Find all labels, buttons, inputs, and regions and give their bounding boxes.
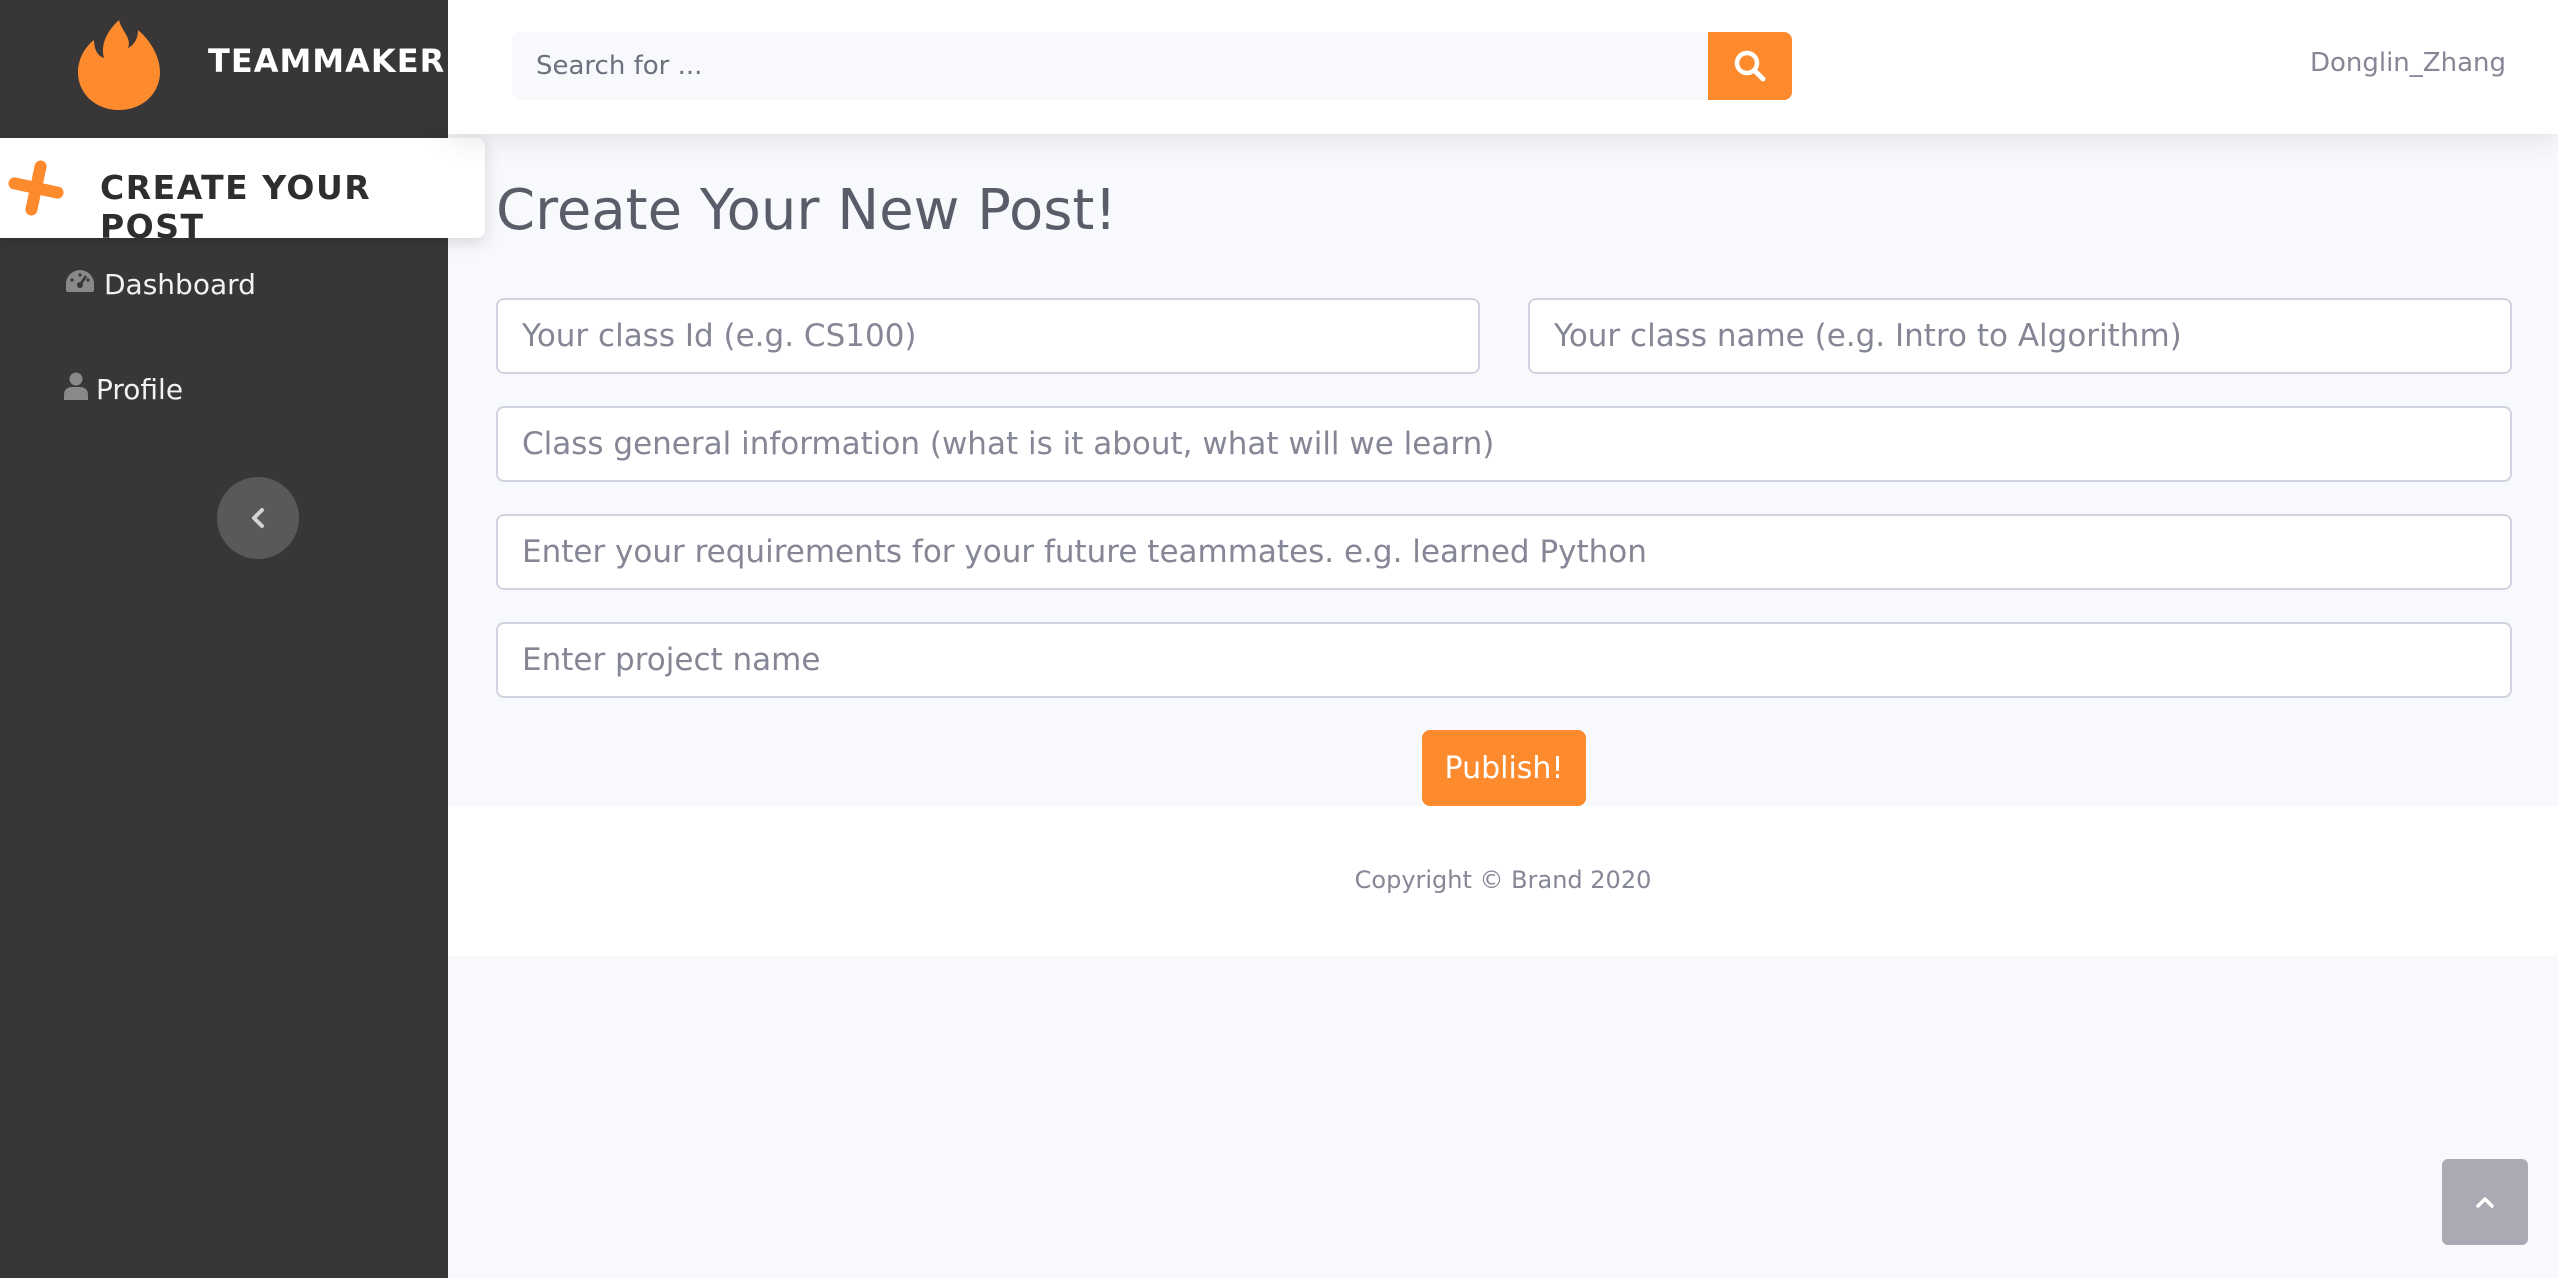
sidebar: TEAMMAKER CREATE YOUR POST Dashboard Pro… [0, 0, 485, 1278]
search-button[interactable] [1708, 32, 1792, 100]
scroll-to-top-button[interactable] [2442, 1159, 2528, 1245]
page-title: Create Your New Post! [496, 178, 1117, 243]
user-icon [64, 372, 88, 407]
project-name-field[interactable] [496, 622, 2512, 698]
create-post-label: CREATE YOUR POST [100, 168, 372, 246]
sidebar-item-label: Profile [96, 373, 184, 406]
chevron-left-icon [252, 508, 264, 528]
topbar: Donglin_Zhang [448, 0, 2558, 134]
search-input[interactable] [512, 32, 1708, 100]
brand-name: TEAMMAKER [208, 42, 446, 80]
brand[interactable]: TEAMMAKER [0, 0, 448, 130]
class-info-field[interactable] [496, 406, 2512, 482]
tachometer-icon [64, 268, 96, 301]
class-name-field[interactable] [1528, 298, 2512, 374]
requirements-field[interactable] [496, 514, 2512, 590]
publish-button[interactable]: Publish! [1422, 730, 1586, 806]
search-icon [1734, 50, 1766, 82]
sidebar-item-dashboard[interactable]: Dashboard [64, 268, 256, 301]
create-post-button[interactable]: CREATE YOUR POST [0, 138, 485, 246]
sidebar-toggle-button[interactable] [217, 477, 299, 559]
class-id-field[interactable] [496, 298, 1480, 374]
flame-icon [78, 20, 160, 110]
user-menu[interactable]: Donglin_Zhang [2310, 48, 2506, 78]
sidebar-item-profile[interactable]: Profile [64, 372, 183, 407]
sidebar-item-label: Dashboard [104, 268, 256, 301]
plus-icon [8, 160, 64, 216]
copyright-text: Copyright © Brand 2020 [1354, 866, 1652, 894]
search-bar [512, 32, 1792, 100]
chevron-up-icon [2476, 1197, 2494, 1208]
footer: Copyright © Brand 2020 [448, 806, 2558, 956]
